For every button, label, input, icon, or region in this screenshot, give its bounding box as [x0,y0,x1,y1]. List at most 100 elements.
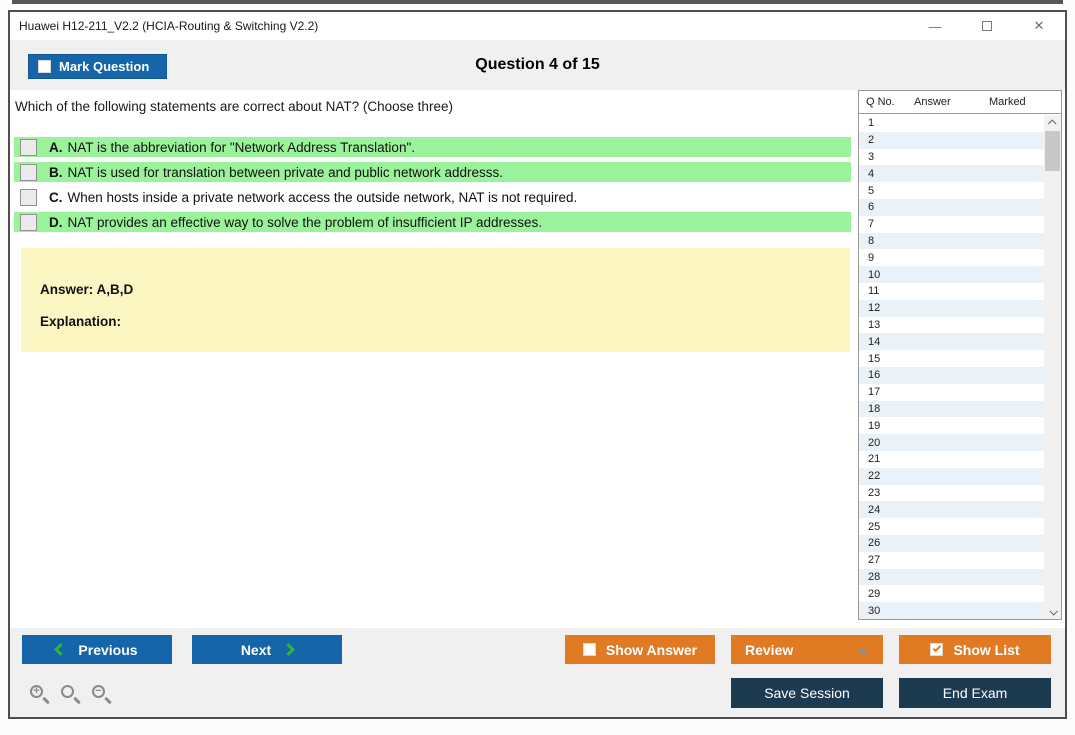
question-list-row-12[interactable]: 12 [859,299,1061,317]
qno-cell: 29 [868,587,881,600]
zoom-in-glyph: + [30,685,43,698]
show-answer-button[interactable]: Show Answer [565,635,715,664]
maximize-icon [982,21,992,31]
close-button[interactable]: ✕ [1013,12,1065,40]
question-list-row-22[interactable]: 22 [859,467,1061,485]
question-list-row-4[interactable]: 4 [859,165,1061,183]
window-controls: — ✕ [909,12,1065,40]
option-row-a[interactable]: A. NAT is the abbreviation for "Network A… [14,137,851,157]
question-list-row-20[interactable]: 20 [859,434,1061,451]
zoom-in-handle [42,696,50,705]
minimize-icon: — [928,18,942,34]
mark-question-button[interactable]: Mark Question [28,54,167,79]
qno-cell: 1 [868,117,875,130]
option-row-d[interactable]: D. NAT provides an effective way to solve… [14,212,851,232]
question-list-row-17[interactable]: 17 [859,383,1061,401]
qno-cell: 17 [868,386,881,399]
show-list-checkbox[interactable] [930,643,944,656]
zoom-in-icon[interactable]: + [28,683,52,707]
question-list-panel: Q No. Answer Marked 1 2 3 4 5 6 7 8 9 10 11 12 13 14 1… [858,90,1062,620]
mark-question-checkbox[interactable] [38,60,51,73]
qno-cell: 8 [868,234,875,247]
background-window-top-edge [12,0,1063,4]
save-session-button[interactable]: Save Session [731,678,883,708]
zoom-handle [73,696,81,705]
previous-label: Previous [78,641,138,658]
question-list-row-10[interactable]: 10 [859,266,1061,283]
question-list-row-5[interactable]: 5 [859,182,1061,199]
option-checkbox[interactable] [20,138,37,156]
titlebar: Huawei H12-211_V2.2 (HCIA-Routing & Swit… [10,12,1065,40]
review-dropdown-button[interactable]: Review [731,635,883,664]
option-text: NAT provides an effective way to solve t… [67,214,543,230]
question-text: Which of the following statements are co… [15,99,453,114]
qno-cell: 26 [868,537,881,550]
question-list-row-9[interactable]: 9 [859,249,1061,267]
option-row-b[interactable]: B. NAT is used for translation between pr… [14,162,851,182]
scroll-down-arrow-icon[interactable] [1044,604,1061,619]
qno-cell: 21 [868,453,881,466]
question-list-row-16[interactable]: 16 [859,366,1061,384]
question-list-row-26[interactable]: 26 [859,534,1061,552]
up-chevron-icon [1047,118,1057,128]
question-list-row-21[interactable]: 21 [859,450,1061,468]
qno-cell: 30 [868,604,881,617]
option-checkbox[interactable] [20,188,37,206]
qno-cell: 25 [868,520,881,533]
qno-cell: 10 [868,268,881,281]
question-list-row-27[interactable]: 27 [859,551,1061,569]
question-list-row-7[interactable]: 7 [859,215,1061,233]
option-checkbox[interactable] [20,213,37,231]
question-list-body: 1 2 3 4 5 6 7 8 9 10 11 12 13 14 15 16 17 18 19 20 21 22 23 24 2… [859,115,1061,619]
show-list-button[interactable]: Show List [899,635,1051,664]
question-list-row-1[interactable]: 1 [859,115,1061,132]
question-list-row-25[interactable]: 25 [859,518,1061,535]
end-exam-label: End Exam [942,685,1008,701]
footer-toolbar: Previous Next Show Answer Review Show Li… [10,628,1065,717]
question-list-row-15[interactable]: 15 [859,350,1061,367]
end-exam-button[interactable]: End Exam [899,678,1051,708]
question-list-row-19[interactable]: 19 [859,417,1061,435]
scroll-up-arrow-icon[interactable] [1044,115,1061,130]
qno-cell: 16 [868,369,881,382]
qno-cell: 22 [868,470,881,483]
screen: Huawei H12-211_V2.2 (HCIA-Routing & Swit… [0,0,1075,735]
column-header-marked: Marked [989,96,1026,108]
qno-cell: 4 [868,167,875,180]
question-list-row-11[interactable]: 11 [859,282,1061,300]
question-list-row-18[interactable]: 18 [859,400,1061,418]
zoom-out-icon[interactable]: − [90,683,114,707]
qno-cell: 5 [868,184,875,197]
qno-cell: 15 [868,352,881,365]
question-list-row-29[interactable]: 29 [859,585,1061,603]
question-list-row-6[interactable]: 6 [859,198,1061,216]
question-list-row-30[interactable]: 30 [859,602,1061,619]
question-list-row-24[interactable]: 24 [859,501,1061,519]
content-area: Which of the following statements are co… [10,90,1065,628]
next-button[interactable]: Next [192,635,342,664]
next-label: Next [240,641,272,658]
checkmark-icon [933,643,942,653]
zoom-reset-icon[interactable] [59,683,83,707]
qno-cell: 13 [868,318,881,331]
question-list-row-23[interactable]: 23 [859,484,1061,502]
qno-cell: 14 [868,335,881,348]
option-checkbox[interactable] [20,163,37,181]
minimize-button[interactable]: — [909,12,961,40]
question-list-row-13[interactable]: 13 [859,316,1061,334]
qno-cell: 20 [868,436,881,449]
question-list-row-14[interactable]: 14 [859,333,1061,351]
question-list-row-3[interactable]: 3 [859,148,1061,166]
scroll-thumb[interactable] [1045,131,1060,171]
option-row-c[interactable]: C. When hosts inside a private network ac… [14,187,851,207]
question-list-row-8[interactable]: 8 [859,232,1061,250]
qno-cell: 6 [868,201,875,214]
question-list-row-28[interactable]: 28 [859,568,1061,586]
previous-button[interactable]: Previous [22,635,172,664]
review-label: Review [745,641,794,658]
maximize-button[interactable] [961,12,1013,40]
option-letter: B. [49,164,63,180]
show-answer-checkbox[interactable] [582,643,596,656]
question-list-row-2[interactable]: 2 [859,131,1061,149]
question-list-scrollbar[interactable] [1044,115,1061,619]
